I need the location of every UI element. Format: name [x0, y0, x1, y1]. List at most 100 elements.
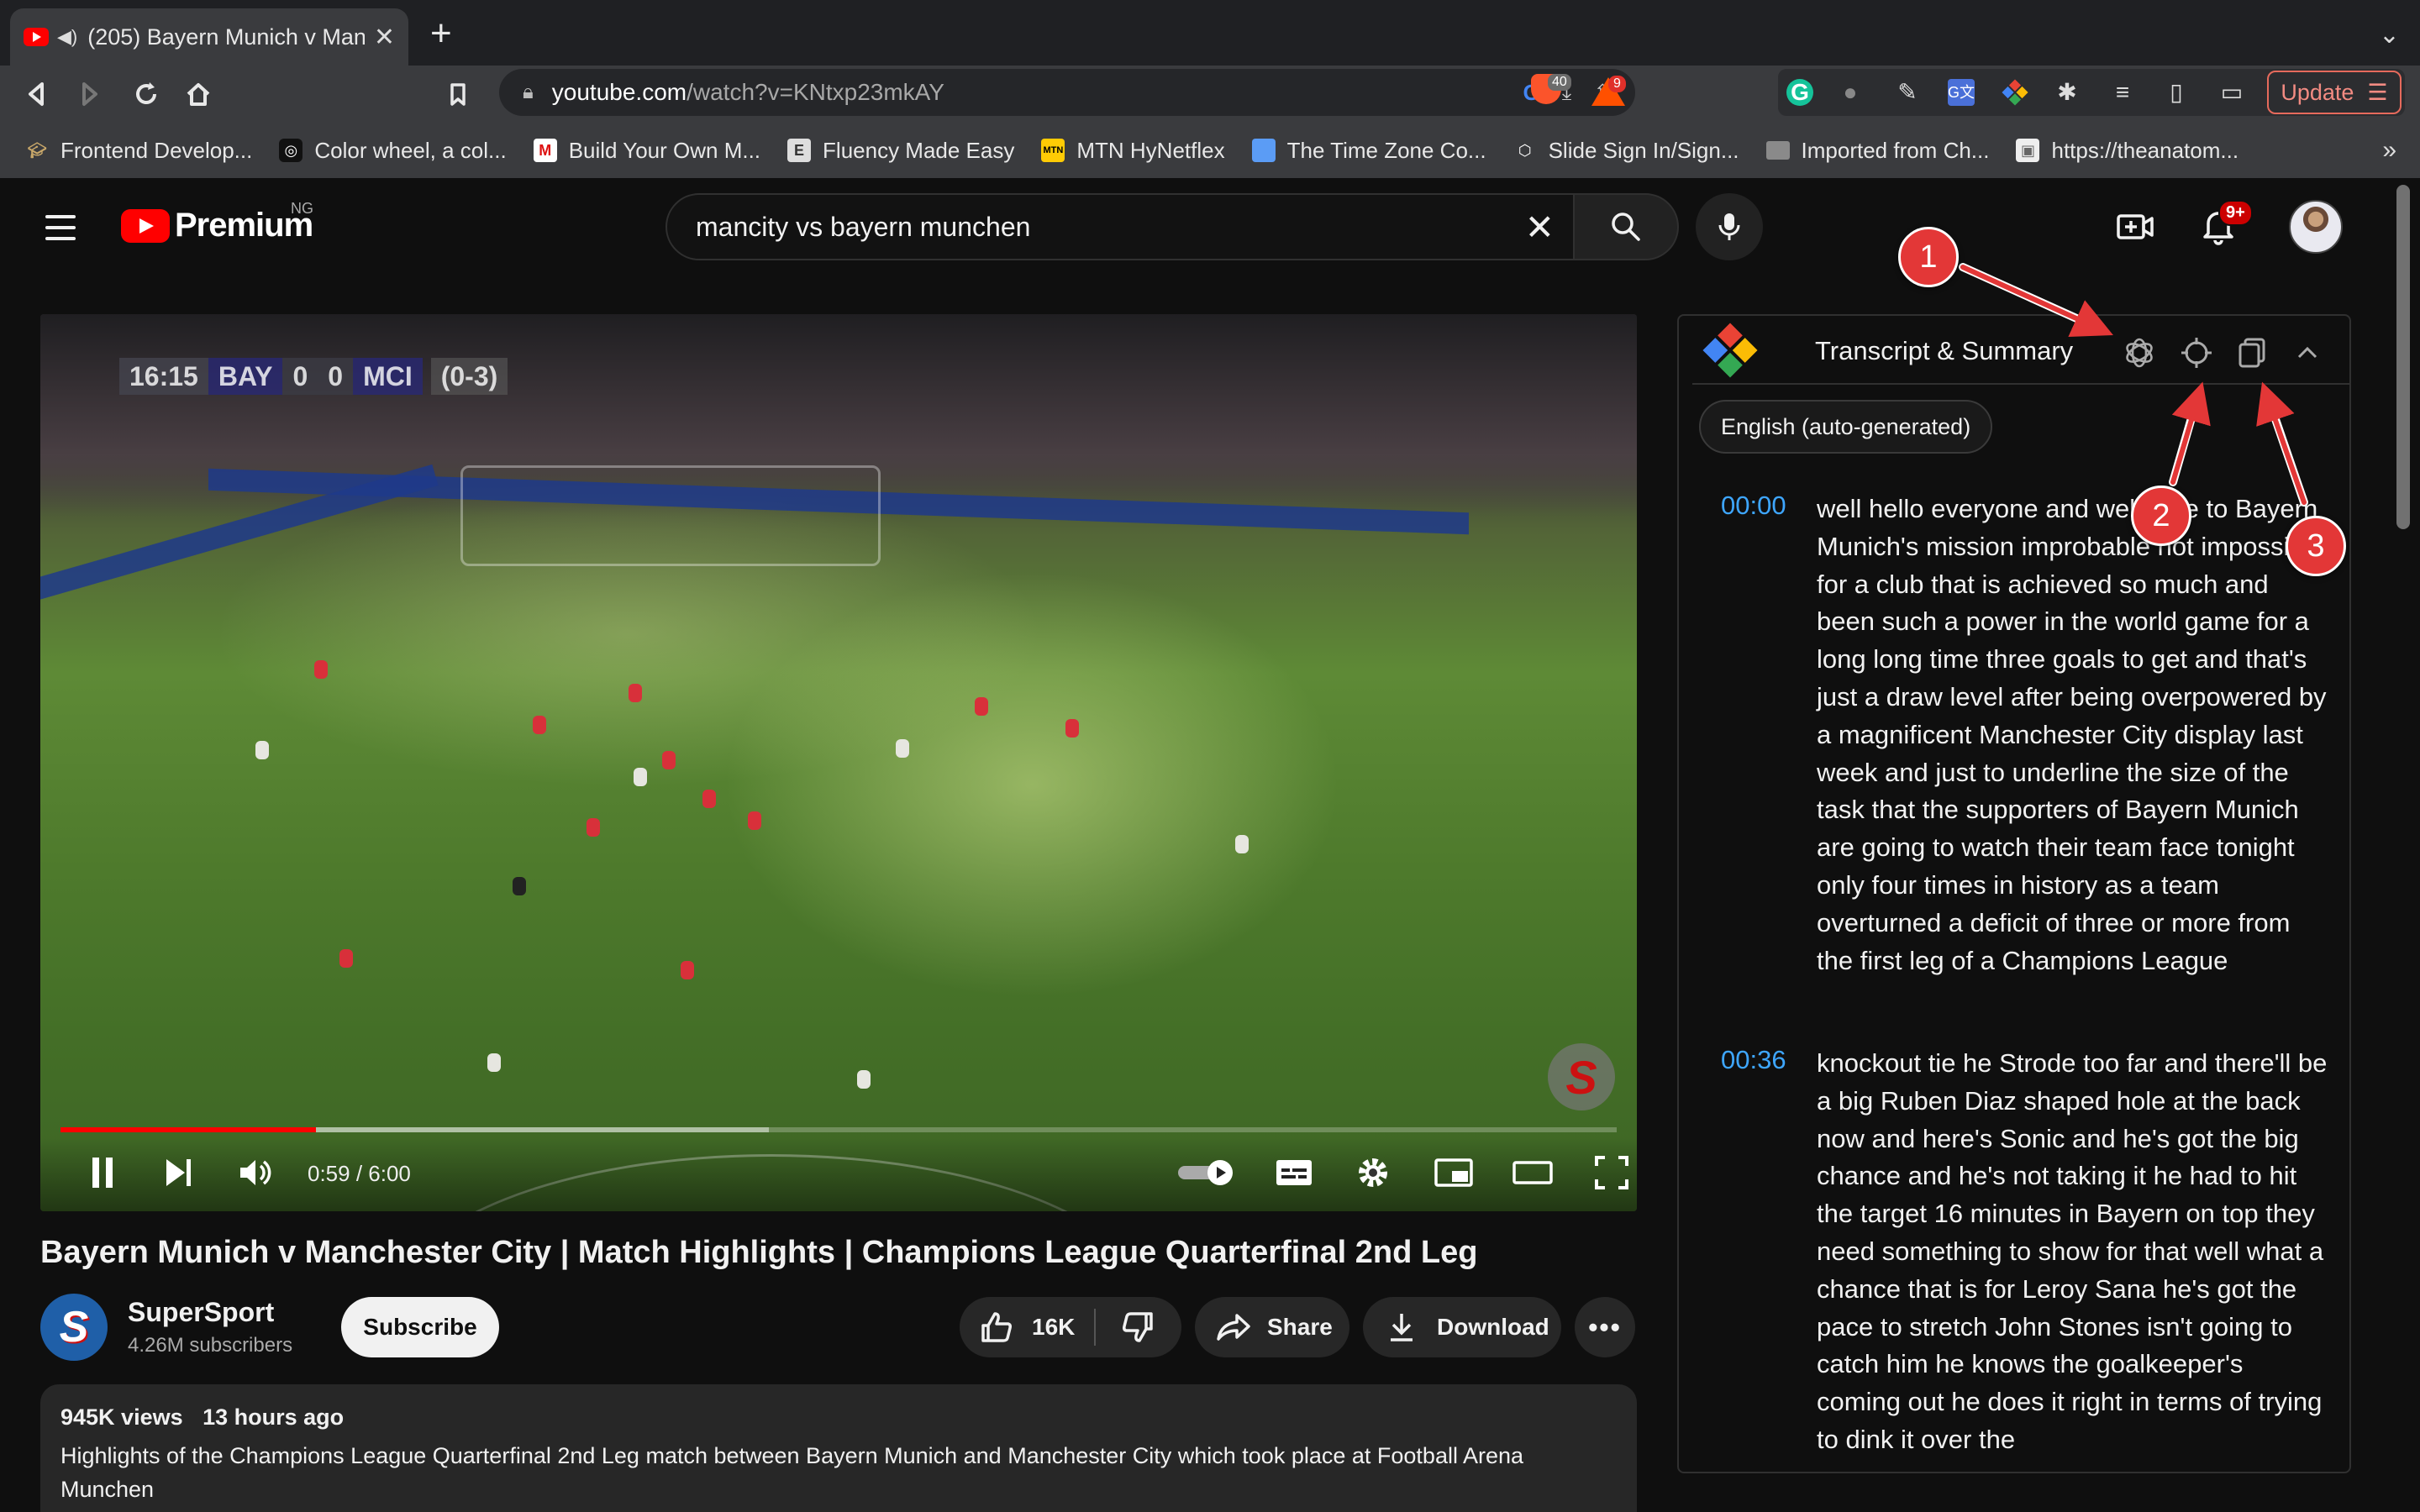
tab-title: (205) Bayern Munich v Manc [87, 24, 366, 50]
bookmark-item[interactable]: Imported from Ch... [1765, 138, 1989, 164]
channel-avatar[interactable]: S [40, 1294, 108, 1361]
menu-icon: ☰ [2367, 79, 2388, 105]
video-frame-player [314, 660, 328, 679]
audio-playing-icon[interactable]: ◀) [57, 26, 77, 48]
forward-icon[interactable] [77, 77, 103, 118]
account-avatar[interactable] [2289, 200, 2343, 254]
download-icon [1391, 1314, 1413, 1341]
update-button[interactable]: Update ☰ [2267, 71, 2402, 114]
youtube-premium-logo[interactable]: Premium [121, 207, 313, 244]
autoplay-toggle-icon [1178, 1160, 1233, 1185]
next-video-button[interactable] [158, 1152, 198, 1193]
transcript-segment[interactable]: 00:00 well hello everyone and welcome to… [1721, 491, 2334, 979]
color-wheel-icon: ◎ [279, 139, 303, 162]
video-frame-player [487, 1053, 501, 1072]
e-logo-icon: E [787, 139, 812, 162]
search-input[interactable] [696, 211, 1502, 243]
translate-extension-icon[interactable]: G文 [1948, 79, 1975, 106]
fullscreen-button[interactable] [1591, 1152, 1632, 1193]
playlist-icon[interactable]: ≡ [2109, 79, 2136, 106]
sidebar-toggle-icon[interactable]: ▯ [2163, 79, 2190, 106]
collapse-panel-button[interactable] [2289, 334, 2326, 371]
chatgpt-summary-button[interactable] [2121, 334, 2158, 371]
transcript-timestamp[interactable]: 00:00 [1721, 491, 1817, 979]
url-text: youtube.com/watch?v=KNtxp23mkAY [552, 79, 944, 106]
puzzle-extensions-icon[interactable]: ✱ [2054, 79, 2081, 106]
close-tab-icon[interactable]: ✕ [374, 23, 395, 52]
settings-button[interactable] [1353, 1152, 1393, 1193]
video-player[interactable]: 16:15 BAY 0 0 MCI (0-3) S 0:59 / 6:00 [40, 314, 1637, 1211]
bookmark-item[interactable]: M Build Your Own M... [533, 138, 760, 164]
bookmark-item[interactable]: The Time Zone Co... [1251, 138, 1486, 164]
pause-icon [92, 1158, 113, 1188]
clear-search-icon[interactable]: ✕ [1525, 207, 1555, 248]
browser-tab-active[interactable]: ◀) (205) Bayern Munich v Manc ✕ [10, 8, 408, 66]
dislike-button[interactable] [1096, 1297, 1180, 1357]
like-button[interactable]: 16K [960, 1297, 1094, 1357]
subtitles-button[interactable] [1272, 1152, 1316, 1193]
home-icon[interactable] [183, 77, 213, 118]
grammarly-extension-icon[interactable]: G [1786, 79, 1813, 106]
scorebug-home-score: 0 [282, 358, 318, 395]
back-icon[interactable] [24, 77, 49, 118]
video-frame-player [629, 684, 642, 702]
bookmarks-overflow-icon[interactable]: » [2382, 136, 2396, 165]
transcript-timestamp[interactable]: 00:36 [1721, 1045, 1817, 1459]
wallet-icon[interactable]: ▭ [2218, 79, 2245, 106]
language-selector[interactable]: English (auto-generated) [1699, 400, 1993, 454]
new-tab-icon[interactable]: + [430, 15, 452, 52]
search-button[interactable] [1573, 193, 1679, 260]
miniplayer-button[interactable] [1432, 1152, 1476, 1193]
channel-name[interactable]: SuperSport [128, 1297, 274, 1328]
share-button[interactable]: Share [1195, 1297, 1349, 1357]
share-arrow-icon [1217, 1314, 1250, 1341]
transcript-text: well hello everyone and welcome to Bayer… [1817, 494, 2327, 975]
bookmark-label: Color wheel, a col... [314, 137, 507, 163]
bookmark-item[interactable]: 🎓︎ Frontend Develop... [25, 138, 253, 164]
copy-transcript-button[interactable] [2233, 334, 2270, 371]
bookmark-icon[interactable] [445, 77, 471, 118]
voice-search-button[interactable] [1696, 193, 1763, 260]
image-icon: ▣ [2016, 139, 2040, 162]
eyedropper-extension-icon[interactable]: ● [1837, 79, 1864, 106]
guide-menu-icon[interactable] [45, 215, 76, 248]
autoplay-toggle[interactable] [1175, 1152, 1239, 1193]
video-progress-bar[interactable] [60, 1127, 1617, 1132]
miniplayer-icon [1434, 1158, 1473, 1187]
jump-to-current-button[interactable] [2178, 334, 2215, 371]
bookmark-label: MTN HyNetflex [1076, 137, 1225, 163]
pause-button[interactable] [82, 1152, 123, 1193]
bookmark-item[interactable]: MTN MTN HyNetflex [1041, 137, 1225, 164]
microphone-icon [1718, 213, 1740, 240]
country-code: NG [291, 200, 313, 217]
bookmark-item[interactable]: ▣ https://theanatom... [2016, 138, 2238, 164]
download-button[interactable]: Download [1363, 1297, 1561, 1357]
pen-extension-icon[interactable]: ✎ [1894, 79, 1921, 106]
transcript-text: knockout tie he Strode too far and there… [1817, 1048, 2328, 1454]
address-bar[interactable]: 🔒︎ youtube.com/watch?v=KNtxp23mkAY G ⤓ ⇪ [499, 69, 1635, 116]
gear-icon [1359, 1158, 1387, 1187]
folder-icon [1765, 141, 1790, 160]
reload-icon[interactable] [131, 77, 161, 118]
bookmark-item[interactable]: ◎ Color wheel, a col... [279, 137, 507, 164]
transcript-extension-icon[interactable] [2002, 79, 2028, 106]
mute-button[interactable] [235, 1152, 276, 1193]
transcript-segment[interactable]: 00:36 knockout tie he Strode too far and… [1721, 1045, 2334, 1459]
player-controls: 0:59 / 6:00 [40, 1137, 1637, 1211]
m-logo-icon: M [533, 139, 557, 162]
description-meta: 945K views 13 hours ago [60, 1404, 1617, 1431]
brave-shields-button[interactable]: 40 [1531, 74, 1571, 111]
video-frame-player [896, 739, 909, 758]
create-video-button[interactable] [2116, 208, 2154, 245]
description-box[interactable]: 945K views 13 hours ago Highlights of th… [40, 1384, 1637, 1512]
tab-search-chevron-icon[interactable]: ⌄ [2379, 20, 2400, 50]
subscribe-button[interactable]: Subscribe [341, 1297, 499, 1357]
bookmark-item[interactable]: E Fluency Made Easy [787, 138, 1014, 164]
more-actions-button[interactable]: ••• [1575, 1297, 1635, 1357]
theater-mode-button[interactable] [1511, 1152, 1555, 1193]
page-scrollbar[interactable] [2396, 185, 2410, 529]
lock-icon[interactable]: 🔒︎ [523, 81, 534, 104]
bookmark-item[interactable]: ⬡ Slide Sign In/Sign... [1513, 138, 1739, 164]
scorebug-away-team: MCI [353, 358, 423, 395]
chevron-up-icon [2297, 346, 2317, 359]
